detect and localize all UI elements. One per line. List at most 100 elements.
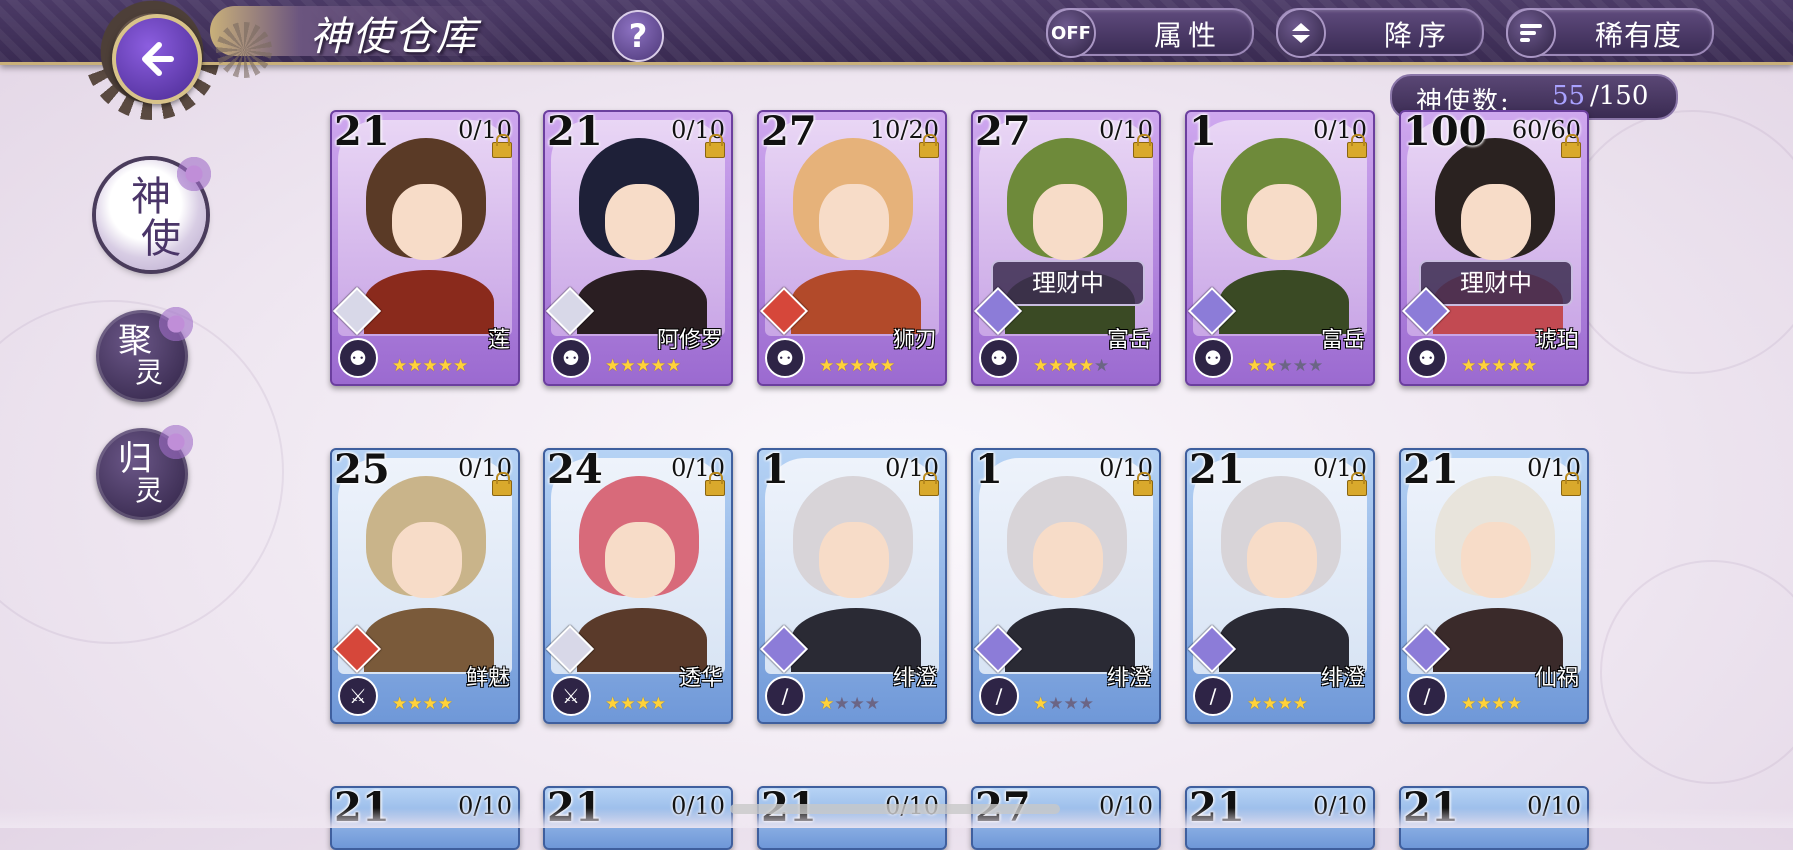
unit-card[interactable]: 27 0/10 理财中 ⚉ 富岳 ★★★★★: [971, 110, 1161, 386]
lock-icon[interactable]: [919, 472, 939, 496]
unit-face: [1033, 184, 1103, 260]
lock-icon[interactable]: [1133, 472, 1153, 496]
unit-card[interactable]: 21 0/10 ⚉ 阿修罗 ★★★★★: [543, 110, 733, 386]
side-tab-guiling[interactable]: 归 灵: [96, 422, 196, 520]
lock-icon[interactable]: [919, 134, 939, 158]
order-button[interactable]: 降序: [1276, 8, 1484, 58]
side-tab-shenshi[interactable]: 神 使: [96, 154, 214, 270]
unit-card[interactable]: 27 10/20 ⚉ 狮刃 ★★★★★: [757, 110, 947, 386]
unit-card[interactable]: 1 0/10 ∕ 绯澄 ★★★★: [757, 448, 947, 724]
star-filled-icon: ★: [1461, 694, 1477, 714]
unit-name: 狮刃: [892, 328, 937, 353]
rarity-stars: ★★★★: [1247, 694, 1308, 714]
unit-card[interactable]: 21 0/10 ∕ 仙祸 ★★★★: [1399, 448, 1589, 724]
order-label: 降序: [1383, 19, 1452, 52]
star-filled-icon: ★: [650, 694, 666, 714]
attribute-filter-button[interactable]: OFF 属性: [1046, 8, 1254, 58]
unit-face: [392, 522, 462, 598]
lock-icon[interactable]: [1347, 134, 1367, 158]
scroll-indicator[interactable]: [730, 804, 1060, 814]
star-filled-icon: ★: [392, 694, 408, 714]
star-filled-icon: ★: [1476, 694, 1492, 714]
unit-card[interactable]: 1 0/10 ∕ 绯澄 ★★★★: [971, 448, 1161, 724]
star-filled-icon: ★: [620, 356, 636, 376]
star-filled-icon: ★: [422, 356, 438, 376]
unit-name: 鲜魅: [465, 666, 510, 691]
star-filled-icon: ★: [1277, 694, 1293, 714]
star-filled-icon: ★: [1033, 694, 1049, 714]
unit-name: 绯澄: [1106, 666, 1151, 691]
unit-card[interactable]: 21 0/10 ⚉ 莲 ★★★★★: [330, 110, 520, 386]
unit-card[interactable]: 1 0/10 ⚉ 富岳 ★★★★★: [1185, 110, 1375, 386]
rarity-stars: ★★★★★: [1033, 356, 1109, 376]
rarity-stars: ★★★★★: [392, 356, 468, 376]
side-tab-guiling-bottom: 灵: [134, 474, 163, 507]
unit-card[interactable]: 100 60/60 理财中 ⚉ 琥珀 ★★★★★: [1399, 110, 1589, 386]
lock-icon[interactable]: [705, 134, 725, 158]
unit-face: [605, 184, 675, 260]
star-filled-icon: ★: [864, 356, 880, 376]
star-empty-icon: ★: [1277, 356, 1293, 376]
unit-card[interactable]: 21 0/10 ∕ 绯澄 ★★★★: [1185, 448, 1375, 724]
rarity-stars: ★★★★: [1033, 694, 1094, 714]
help-button[interactable]: ?: [612, 10, 664, 62]
lock-icon[interactable]: [1561, 134, 1581, 158]
side-tab-juling[interactable]: 聚 灵: [96, 304, 196, 402]
star-empty-icon: ★: [1078, 694, 1094, 714]
off-toggle-text: OFF: [1051, 22, 1091, 44]
unit-level: 1: [975, 448, 1003, 493]
lock-icon[interactable]: [492, 134, 512, 158]
unit-face: [1247, 184, 1317, 260]
unit-name: 绯澄: [1320, 666, 1365, 691]
star-filled-icon: ★: [1262, 694, 1278, 714]
star-filled-icon: ★: [849, 356, 865, 376]
unit-count-current: 55: [1552, 81, 1586, 111]
unit-level: 21: [1403, 448, 1459, 493]
sort-button[interactable]: 稀有度: [1506, 8, 1714, 58]
blade-icon: ∕: [1407, 676, 1447, 716]
lock-icon[interactable]: [705, 472, 725, 496]
rarity-stars: ★★★★: [1461, 694, 1522, 714]
rarity-stars: ★★★★★: [605, 356, 681, 376]
rarity-stars: ★★★★: [605, 694, 666, 714]
unit-level: 21: [334, 110, 390, 155]
rarity-stars: ★★★★: [392, 694, 453, 714]
off-toggle-icon: OFF: [1046, 8, 1096, 58]
rarity-stars: ★★★★: [819, 694, 880, 714]
star-filled-icon: ★: [1491, 356, 1507, 376]
unit-face: [392, 184, 462, 260]
star-filled-icon: ★: [666, 356, 682, 376]
star-filled-icon: ★: [819, 356, 835, 376]
star-filled-icon: ★: [392, 356, 408, 376]
star-filled-icon: ★: [1491, 694, 1507, 714]
claw-icon: ⚔: [551, 676, 591, 716]
rarity-stars: ★★★★★: [1247, 356, 1323, 376]
lock-icon[interactable]: [1133, 134, 1153, 158]
helmet-icon: ⚉: [551, 338, 591, 378]
star-empty-icon: ★: [1063, 694, 1079, 714]
unit-name: 莲: [487, 328, 510, 353]
star-filled-icon: ★: [605, 356, 621, 376]
star-filled-icon: ★: [1476, 356, 1492, 376]
lock-icon[interactable]: [1347, 472, 1367, 496]
unit-level: 27: [761, 110, 817, 155]
unit-level: 24: [547, 448, 603, 493]
unit-card[interactable]: 25 0/10 ⚔ 鲜魅 ★★★★: [330, 448, 520, 724]
star-filled-icon: ★: [437, 694, 453, 714]
lock-icon[interactable]: [1561, 472, 1581, 496]
back-button[interactable]: [112, 14, 202, 104]
star-filled-icon: ★: [1247, 694, 1263, 714]
unit-face: [1247, 522, 1317, 598]
background-ring: [1600, 560, 1793, 784]
star-filled-icon: ★: [880, 356, 896, 376]
side-tab-juling-bottom: 灵: [134, 356, 163, 389]
unit-face: [819, 522, 889, 598]
star-filled-icon: ★: [635, 694, 651, 714]
star-filled-icon: ★: [407, 356, 423, 376]
blade-icon: ∕: [765, 676, 805, 716]
lock-icon[interactable]: [492, 472, 512, 496]
star-filled-icon: ★: [1292, 694, 1308, 714]
background-ring: [1560, 110, 1793, 374]
unit-card[interactable]: 24 0/10 ⚔ 透华 ★★★★: [543, 448, 733, 724]
star-filled-icon: ★: [422, 694, 438, 714]
